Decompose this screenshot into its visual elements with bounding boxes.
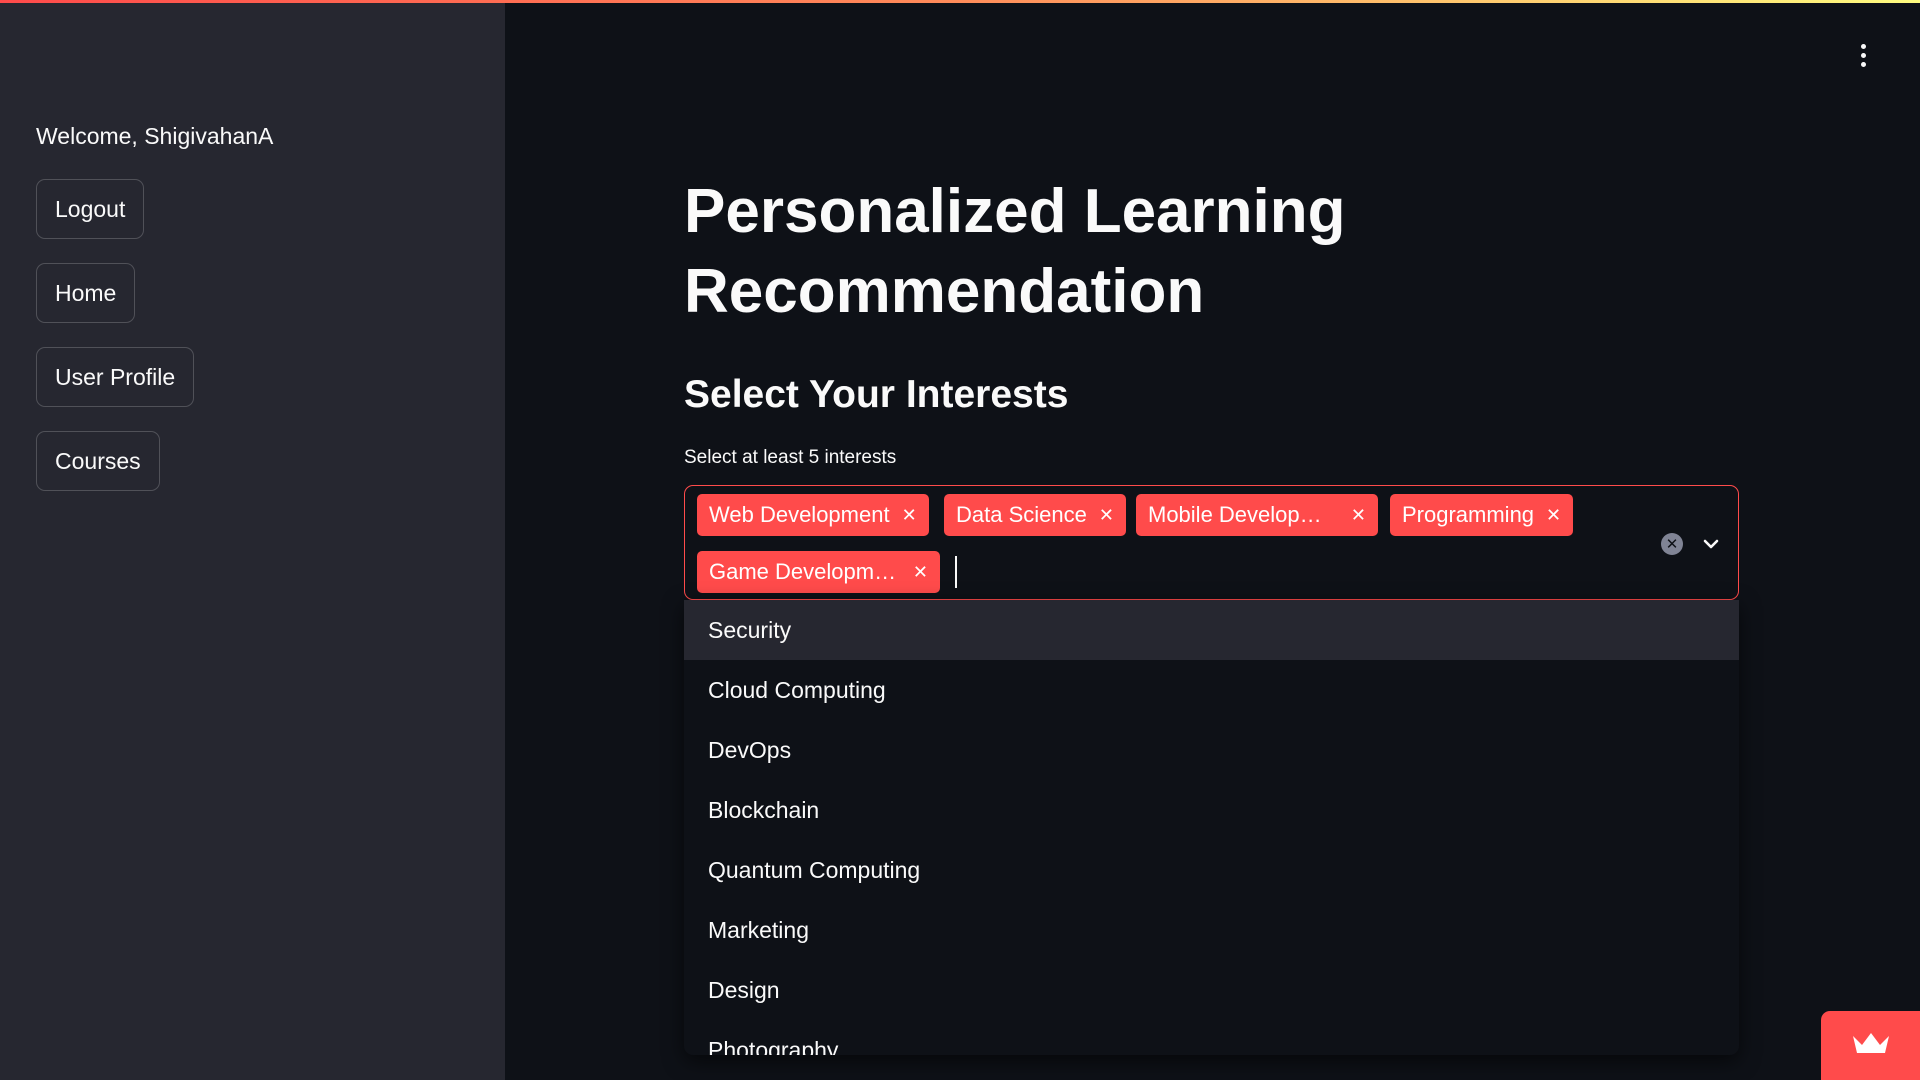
courses-button[interactable]: Courses bbox=[36, 431, 160, 491]
chip-label: Programming bbox=[1402, 502, 1535, 527]
clear-circle-icon[interactable]: ✕ bbox=[1661, 533, 1683, 555]
chip-label: Game Developm… bbox=[709, 559, 897, 584]
dropdown-option[interactable]: Design bbox=[684, 960, 1739, 1020]
selected-chip: Web Development ✕ bbox=[697, 494, 929, 536]
close-icon[interactable]: ✕ bbox=[1099, 506, 1114, 524]
close-icon[interactable]: ✕ bbox=[902, 506, 917, 524]
home-button[interactable]: Home bbox=[36, 263, 136, 323]
dropdown-option[interactable]: Quantum Computing bbox=[684, 840, 1739, 900]
text-cursor[interactable] bbox=[955, 556, 957, 588]
chip-label: Mobile Develop… bbox=[1148, 502, 1322, 527]
dropdown-option[interactable]: Cloud Computing bbox=[684, 660, 1739, 720]
selected-chip: Data Science ✕ bbox=[944, 494, 1126, 536]
selected-chip: Mobile Develop… ✕ bbox=[1136, 494, 1378, 536]
selected-chip: Programming ✕ bbox=[1390, 494, 1574, 536]
interests-label: Select at least 5 interests bbox=[684, 447, 897, 468]
dropdown-option[interactable]: Blockchain bbox=[684, 780, 1739, 840]
crown-icon bbox=[1850, 1030, 1892, 1061]
user-profile-button[interactable]: User Profile bbox=[36, 347, 195, 407]
top-decoration-bar bbox=[0, 0, 1920, 3]
chip-label: Web Development bbox=[709, 502, 890, 527]
close-icon[interactable]: ✕ bbox=[1351, 506, 1366, 524]
section-heading: Select Your Interests bbox=[684, 373, 1069, 416]
interests-multiselect[interactable]: Web Development ✕ Data Science ✕ Mobile … bbox=[684, 485, 1739, 600]
vertical-ellipsis-icon bbox=[1860, 43, 1866, 67]
app-badge[interactable] bbox=[1821, 1011, 1920, 1080]
interests-dropdown-list: Security Cloud Computing DevOps Blockcha… bbox=[684, 600, 1739, 1055]
logout-button[interactable]: Logout bbox=[36, 179, 145, 239]
selected-chip: Game Developm… ✕ bbox=[697, 551, 940, 593]
chip-label: Data Science bbox=[956, 502, 1087, 527]
chevron-down-icon[interactable] bbox=[1697, 530, 1725, 558]
dropdown-option[interactable]: Photography bbox=[684, 1020, 1739, 1056]
welcome-message: Welcome, ShigivahanA bbox=[36, 123, 274, 149]
close-icon[interactable]: ✕ bbox=[913, 563, 928, 581]
page-title: Personalized Learning Recommendation bbox=[684, 177, 1346, 326]
dropdown-option[interactable]: DevOps bbox=[684, 720, 1739, 780]
close-icon[interactable]: ✕ bbox=[1546, 506, 1561, 524]
main-menu-button[interactable] bbox=[1848, 40, 1878, 70]
sidebar: Welcome, ShigivahanA Logout Home User Pr… bbox=[0, 0, 505, 1080]
dropdown-option[interactable]: Marketing bbox=[684, 900, 1739, 960]
dropdown-option[interactable]: Security bbox=[684, 600, 1739, 660]
